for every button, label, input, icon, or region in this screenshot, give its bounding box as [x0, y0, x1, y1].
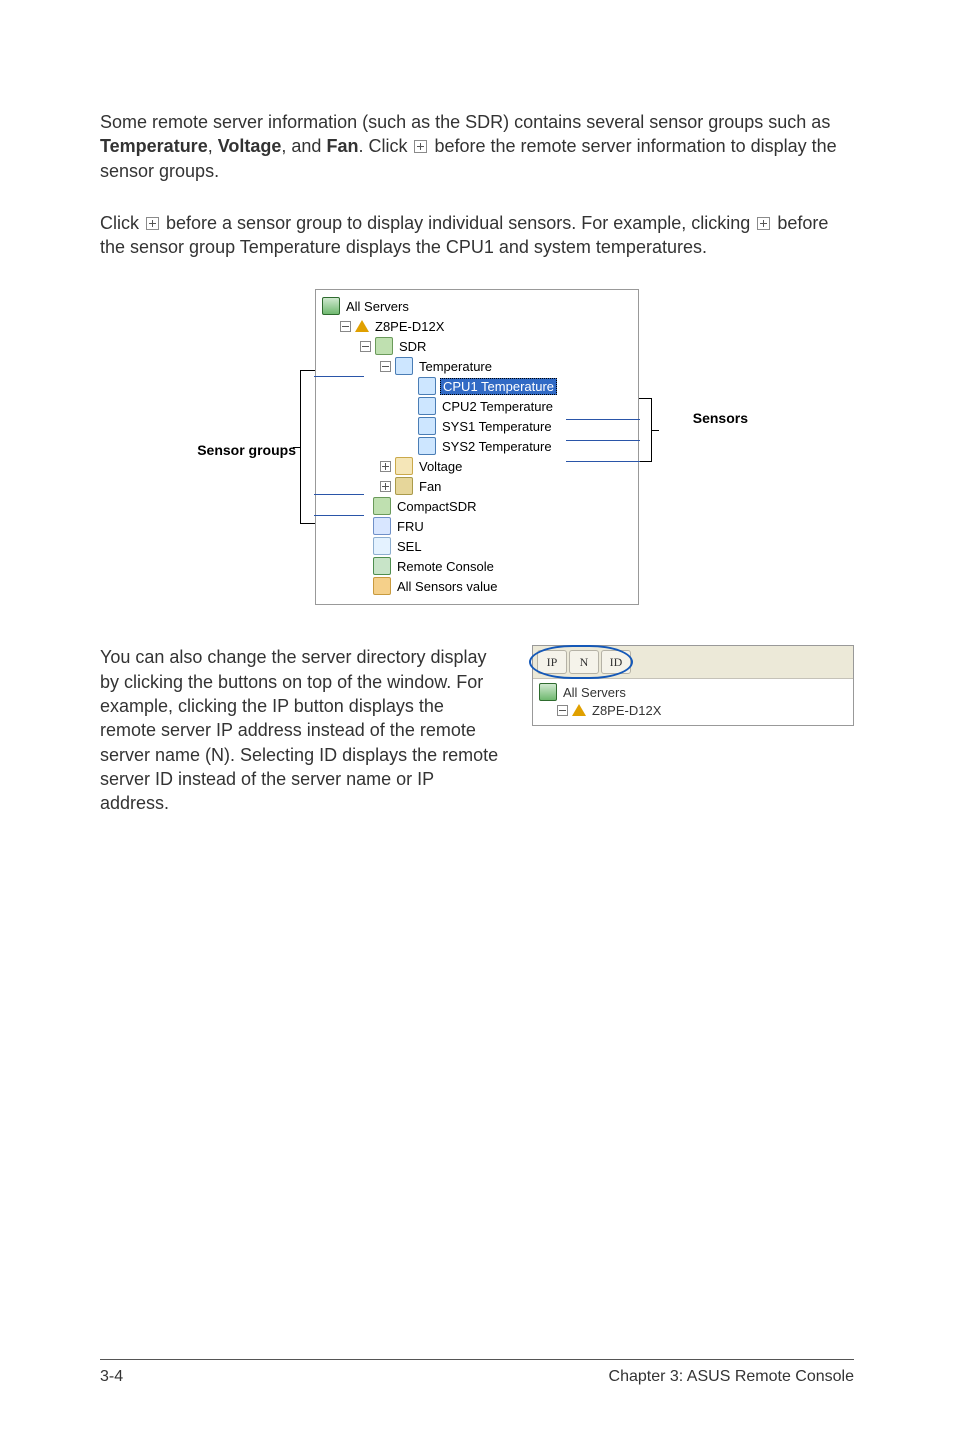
tree-root[interactable]: All Servers — [322, 296, 632, 316]
collapse-icon[interactable] — [557, 705, 568, 716]
para1-text-b: . Click — [358, 136, 412, 156]
tree-sdr[interactable]: SDR — [322, 336, 632, 356]
tree-label: Remote Console — [395, 559, 496, 574]
expand-icon — [414, 140, 427, 153]
sdr-icon — [375, 337, 393, 355]
fan-icon — [395, 477, 413, 495]
para1-text-a: Some remote server information (such as … — [100, 112, 830, 132]
sdr-icon — [373, 497, 391, 515]
paragraph-3-row: You can also change the server directory… — [100, 645, 854, 829]
tree-all-sensors[interactable]: All Sensors value — [322, 576, 632, 596]
paragraph-3: You can also change the server directory… — [100, 645, 504, 815]
tree-fru[interactable]: FRU — [322, 516, 632, 536]
page-number: 3-4 — [100, 1368, 123, 1386]
sep1: , — [208, 136, 218, 156]
tree-label: All Servers — [344, 299, 411, 314]
para2-text-b: before a sensor group to display individ… — [161, 213, 755, 233]
servers-icon — [322, 297, 340, 315]
connector-line — [566, 461, 640, 462]
bold-fan: Fan — [326, 136, 358, 156]
connector-line — [566, 419, 640, 420]
tree-label: All Servers — [561, 685, 628, 700]
n-button[interactable]: N — [569, 650, 599, 674]
all-sensors-icon — [373, 577, 391, 595]
tree-fan[interactable]: Fan — [322, 476, 632, 496]
thermometer-icon — [418, 437, 436, 455]
fru-icon — [373, 517, 391, 535]
sel-icon — [373, 537, 391, 555]
expand-icon[interactable] — [380, 461, 391, 472]
tree-label: SYS2 Temperature — [440, 439, 554, 454]
bold-temperature: Temperature — [100, 136, 208, 156]
tree-window: Sensor groups Sensors All Servers Z8PE-D… — [315, 289, 639, 605]
tree-compactsdr[interactable]: CompactSDR — [322, 496, 632, 516]
voltage-icon — [395, 457, 413, 475]
thermometer-icon — [418, 377, 436, 395]
tree-label: Temperature — [417, 359, 494, 374]
chapter-title: Chapter 3: ASUS Remote Console — [609, 1368, 854, 1386]
directory-window: IP N ID All Servers Z8PE-D12X — [532, 645, 854, 726]
annotation-sensor-groups: Sensor groups — [146, 442, 296, 458]
collapse-icon[interactable] — [360, 341, 371, 352]
tree-label: All Sensors value — [395, 579, 499, 594]
tree-label: Z8PE-D12X — [590, 703, 663, 718]
bracket-right — [639, 398, 652, 462]
thermometer-icon — [418, 417, 436, 435]
view-button-bar: IP N ID — [533, 646, 853, 679]
connector-line — [566, 440, 640, 441]
tree-label: Fan — [417, 479, 443, 494]
expand-icon — [146, 217, 159, 230]
remote-console-icon — [373, 557, 391, 575]
connector-line — [314, 515, 364, 516]
page-footer: 3-4 Chapter 3: ASUS Remote Console — [100, 1359, 854, 1386]
tree-root[interactable]: All Servers — [539, 683, 847, 701]
tree-sys2-temp[interactable]: SYS2 Temperature — [322, 436, 632, 456]
tree-cpu2-temp[interactable]: CPU2 Temperature — [322, 396, 632, 416]
tree-server[interactable]: Z8PE-D12X — [539, 701, 847, 719]
sep2: , and — [281, 136, 326, 156]
expand-icon — [757, 217, 770, 230]
warning-icon — [572, 704, 586, 716]
tree-remote-console[interactable]: Remote Console — [322, 556, 632, 576]
id-button[interactable]: ID — [601, 650, 631, 674]
connector-line — [314, 494, 364, 495]
tree-server[interactable]: Z8PE-D12X — [322, 316, 632, 336]
tree-label: CompactSDR — [395, 499, 478, 514]
paragraph-2: Click before a sensor group to display i… — [100, 211, 854, 260]
tree-temperature[interactable]: Temperature — [322, 356, 632, 376]
paragraph-1: Some remote server information (such as … — [100, 110, 854, 183]
tree-label: CPU1 Temperature — [440, 378, 557, 395]
tree-sel[interactable]: SEL — [322, 536, 632, 556]
tree-label: SYS1 Temperature — [440, 419, 554, 434]
connector-line — [314, 376, 364, 377]
ip-button[interactable]: IP — [537, 650, 567, 674]
tree-label: Voltage — [417, 459, 464, 474]
expand-icon[interactable] — [380, 481, 391, 492]
servers-icon — [539, 683, 557, 701]
tree-label: SEL — [395, 539, 424, 554]
tree-label: Z8PE-D12X — [373, 319, 446, 334]
tree-label: SDR — [397, 339, 428, 354]
tree-label: FRU — [395, 519, 426, 534]
collapse-icon[interactable] — [340, 321, 351, 332]
tree-label: CPU2 Temperature — [440, 399, 555, 414]
bold-voltage: Voltage — [218, 136, 282, 156]
annotation-sensors: Sensors — [693, 410, 748, 426]
figure-tree: Sensor groups Sensors All Servers Z8PE-D… — [100, 289, 854, 605]
bracket-left — [300, 370, 315, 524]
warning-icon — [355, 320, 369, 332]
thermometer-icon — [418, 397, 436, 415]
collapse-icon[interactable] — [380, 361, 391, 372]
tree-voltage[interactable]: Voltage — [322, 456, 632, 476]
tree-cpu1-temp[interactable]: CPU1 Temperature — [322, 376, 632, 396]
para2-text-a: Click — [100, 213, 144, 233]
thermometer-icon — [395, 357, 413, 375]
